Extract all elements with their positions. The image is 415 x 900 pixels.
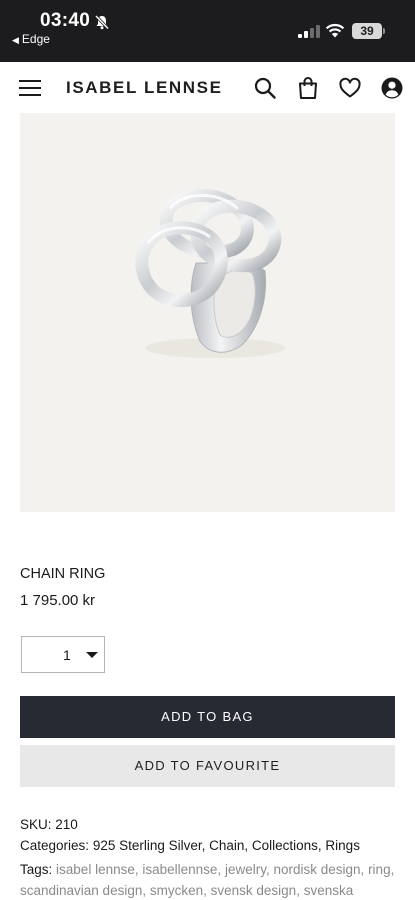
chain-ring-illustration (135, 188, 285, 358)
tag-link[interactable]: scandinavian design (20, 883, 142, 898)
brand-logo[interactable]: ISABEL LENNSE (66, 78, 223, 98)
tag-link[interactable]: smycken (150, 883, 203, 898)
product-tags: Tags: isabel lennse, isabellennse, jewel… (20, 862, 395, 898)
tag-link[interactable]: isabel lennse (56, 862, 135, 877)
heart-icon[interactable] (338, 76, 362, 100)
quantity-value: 1 (63, 647, 71, 663)
add-to-favourite-button[interactable]: ADD TO FAVOURITE (20, 745, 395, 787)
tag-link[interactable]: svenska (304, 883, 354, 898)
cellular-signal-icon (298, 25, 320, 38)
product-sku: SKU: 210 (20, 817, 410, 832)
tags-label: Tags: (20, 862, 53, 877)
sku-value: 210 (55, 817, 78, 832)
back-to-app-link[interactable]: ◀ Edge (12, 32, 50, 46)
sku-label: SKU: (20, 817, 52, 832)
search-icon[interactable] (253, 76, 277, 100)
add-to-bag-button[interactable]: ADD TO BAG (20, 696, 395, 738)
categories-label: Categories: (20, 838, 90, 853)
user-circle-icon[interactable] (380, 76, 404, 100)
shopping-bag-icon[interactable] (296, 76, 320, 100)
tag-link[interactable]: svensk design (211, 883, 297, 898)
battery-cap (383, 28, 385, 34)
quantity-select[interactable]: 1 (21, 636, 105, 673)
status-time: 03:40 (40, 10, 91, 31)
battery-level: 39 (352, 23, 382, 39)
hamburger-icon[interactable] (19, 80, 41, 96)
bell-slash-icon (94, 14, 110, 30)
tag-link[interactable]: isabellennse (142, 862, 217, 877)
wifi-icon (325, 23, 345, 38)
product-title: CHAIN RING (20, 566, 106, 582)
tag-link[interactable]: nordisk design (273, 862, 360, 877)
categories-value[interactable]: 925 Sterling Silver, Chain, Collections,… (93, 838, 360, 853)
tag-link[interactable]: ring (368, 862, 391, 877)
back-app-label: Edge (21, 32, 50, 46)
product-image[interactable] (20, 113, 395, 512)
site-header: ISABEL LENNSE (0, 62, 415, 114)
tag-link[interactable]: jewelry (225, 862, 266, 877)
caret-down-icon (86, 652, 98, 658)
product-categories: Categories: 925 Sterling Silver, Chain, … (20, 838, 410, 853)
product-price: 1 795.00 kr (20, 592, 96, 609)
status-bar: 03:40 ◀ Edge 39 (0, 0, 415, 62)
